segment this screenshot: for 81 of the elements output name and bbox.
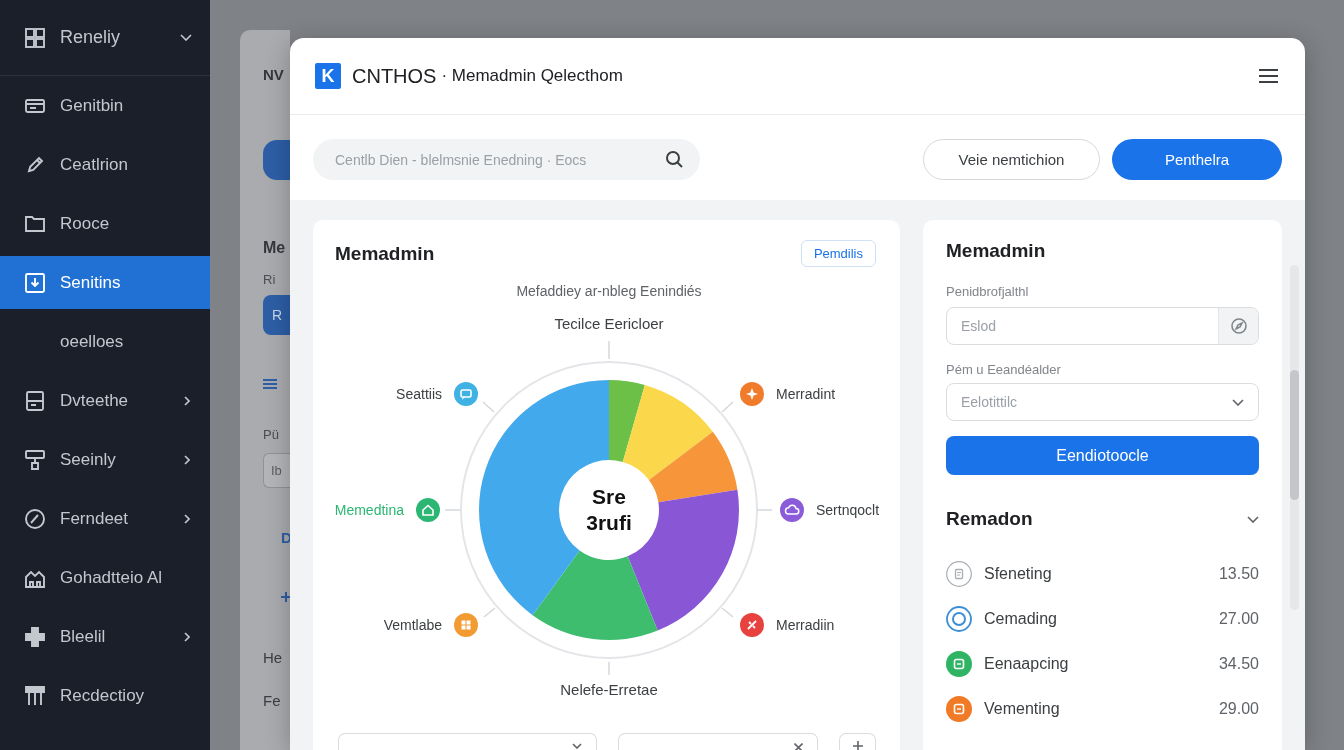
submit-button[interactable]: Eendiotoocle (946, 436, 1259, 475)
primary-button[interactable]: Penthelra (1112, 139, 1282, 180)
section-title: Remadon (946, 508, 1033, 530)
item-amount: 27.00 (1218, 609, 1259, 628)
dialog-title: · Memadmin Qelecthom (441, 66, 623, 86)
sidebar-item[interactable]: Ceatlrion (0, 138, 210, 191)
caption: Ri (263, 272, 276, 288)
chart-label: Vemtlabe (383, 617, 442, 633)
input-field[interactable] (618, 733, 818, 750)
item-name: Eenaapcing (984, 654, 1069, 673)
chart-label: Merradint (776, 386, 836, 402)
filter-chip[interactable]: Pemdilis (800, 240, 876, 267)
leader-line (721, 607, 734, 618)
sidebar-subitem[interactable]: oeelloes (0, 315, 210, 368)
action-button[interactable] (263, 140, 290, 180)
list-icon (263, 379, 277, 389)
leader-line (608, 340, 610, 360)
close-icon[interactable] (794, 743, 803, 750)
plus-icon[interactable] (281, 592, 290, 602)
roller-icon (25, 449, 45, 470)
scrollbar[interactable] (1290, 265, 1299, 610)
pencil-icon (25, 154, 45, 175)
visibility-button[interactable] (1218, 308, 1258, 344)
download-icon (25, 272, 45, 293)
brand-name: CNTHOS (352, 64, 437, 88)
menu-icon[interactable] (1259, 69, 1278, 83)
leader-line (608, 661, 610, 676)
item-amount: 29.00 (1218, 699, 1259, 718)
plus-icon (852, 741, 863, 750)
leader-line (482, 401, 495, 413)
page-title: NV (263, 66, 284, 84)
sidebar-item[interactable]: Gohadtteio Al (0, 551, 210, 604)
section-heading: Me (263, 239, 286, 257)
compass-icon (1230, 318, 1247, 334)
sidebar-item[interactable]: Rooce (0, 197, 210, 250)
action-button[interactable]: R (263, 295, 290, 335)
leader-line (444, 509, 461, 511)
item-amount: 34.50 (1218, 654, 1259, 673)
caret-icon (572, 743, 582, 749)
building-icon (25, 685, 45, 706)
sidebar-item[interactable]: Dvteethe (0, 374, 210, 427)
item-name: Vementing (984, 699, 1060, 718)
add-button[interactable] (839, 733, 876, 750)
leader-line (756, 509, 773, 511)
card-title: Memadmin (335, 241, 435, 266)
chart-label: Seattiis (396, 386, 442, 402)
table-cell: He (263, 649, 283, 667)
chart-label: Tecilce Eericloer (554, 315, 664, 333)
grid-icon (25, 27, 45, 48)
chart-subtitle: Mefaddiey ar-nbleg Eenindiés (516, 283, 702, 300)
sidebar-item[interactable]: Recdectioy (0, 669, 210, 722)
item-amount: 13.50 (1218, 564, 1259, 583)
card-title: Memadmin (946, 239, 1047, 263)
search-icon (666, 151, 683, 168)
window-icon (25, 390, 45, 411)
slash-circle-icon (25, 508, 45, 529)
folder-icon (25, 213, 45, 234)
table-cell: Fe (263, 692, 281, 710)
sidebar-item[interactable]: Bleelil (0, 610, 210, 663)
scrollbar-thumb[interactable] (1290, 370, 1299, 500)
cross-icon (25, 626, 45, 647)
chart-label: Nelefe-Erretae (560, 681, 658, 699)
secondary-button[interactable]: Veie nemtichion (923, 139, 1100, 180)
chart-label: Memedtina (334, 502, 404, 518)
item-name: Sfeneting (984, 564, 1052, 583)
select-field[interactable] (338, 733, 597, 750)
chevron-down-icon (1232, 398, 1244, 406)
leader-line (483, 607, 496, 618)
sidebar-item[interactable]: Ferndeet (0, 492, 210, 545)
field-label: Pü (263, 427, 279, 443)
logo: K (315, 63, 341, 89)
field-label: Pém u Eeandéalder (946, 361, 1062, 378)
field-label: Penidbrofjalthl (946, 283, 1030, 300)
leader-line (721, 401, 734, 413)
center-label: Sre 3rufi (585, 484, 633, 536)
sidebar-item[interactable]: Senitins (0, 256, 210, 309)
chart-label: Merradiin (776, 617, 835, 633)
item-name: Cemading (984, 609, 1057, 628)
sidebar-item[interactable]: Genitbin (0, 79, 210, 132)
chart-label: Sertnqoclt (816, 502, 880, 518)
sidebar-item[interactable]: Seeinly (0, 433, 210, 486)
